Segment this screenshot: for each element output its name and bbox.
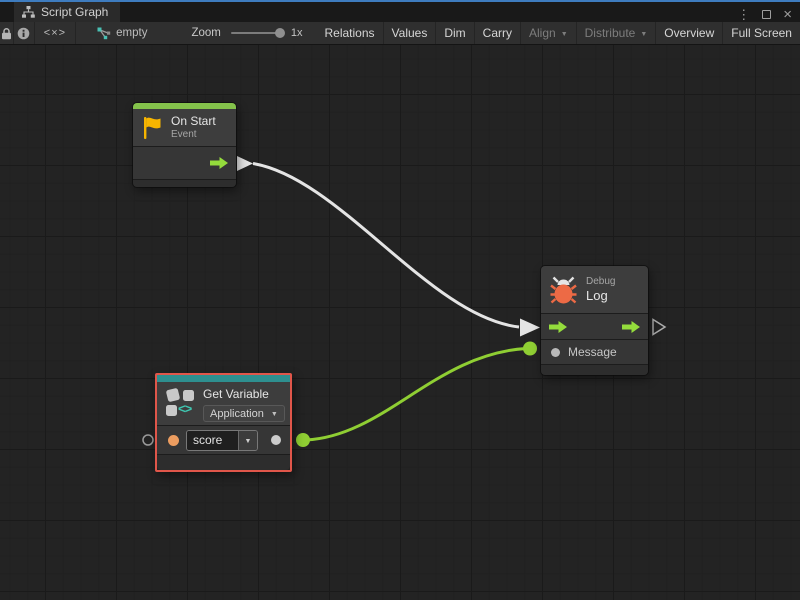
- flow-output-port[interactable]: [621, 320, 641, 334]
- flow-output-port[interactable]: [209, 156, 229, 170]
- zoom-value: 1x: [291, 22, 303, 44]
- fullscreen-button[interactable]: Full Screen: [723, 22, 800, 44]
- tab-bar: Script Graph ⋮ ×: [0, 2, 800, 22]
- close-icon[interactable]: ×: [783, 7, 792, 22]
- flow-input-port[interactable]: [548, 320, 568, 334]
- node-footer: [157, 454, 290, 470]
- chevron-down-icon: ▼: [271, 411, 278, 418]
- value-wire: [306, 349, 526, 441]
- relations-button[interactable]: Relations: [317, 22, 384, 44]
- lock-icon: [1, 27, 12, 40]
- variable-color-bar: [157, 375, 290, 382]
- flow-wire-target-arrow: [520, 319, 540, 337]
- lock-button[interactable]: [0, 22, 14, 44]
- angle-x-glyph: <×>: [44, 27, 66, 39]
- variable-input-port[interactable]: [168, 435, 179, 446]
- graph-hierarchy-icon: [22, 6, 35, 18]
- values-button[interactable]: Values: [384, 22, 437, 44]
- zoom-label: Zoom: [191, 22, 220, 44]
- info-icon: [17, 27, 30, 40]
- node-on-start[interactable]: On Start Event: [133, 103, 236, 187]
- node-footer: [541, 364, 648, 375]
- graph-node-icon: [96, 26, 111, 40]
- chevron-down-icon: ▼: [561, 31, 568, 38]
- port-label: Message: [568, 345, 617, 359]
- node-title: Log: [586, 288, 615, 303]
- node-subtitle: Event: [171, 129, 216, 141]
- unconnected-flow-triangle[interactable]: [653, 320, 665, 335]
- carry-button[interactable]: Carry: [475, 22, 521, 44]
- zoom-slider[interactable]: [231, 32, 281, 34]
- maximize-icon[interactable]: [762, 10, 771, 19]
- node-title: Get Variable: [203, 387, 285, 402]
- node-get-variable[interactable]: <> Get Variable Application ▼ score ▼: [157, 375, 290, 470]
- dropdown-button[interactable]: ▼: [238, 431, 257, 450]
- flow-wire: [253, 164, 519, 328]
- variable-name-value: score: [187, 431, 238, 450]
- flag-icon: [142, 114, 163, 141]
- value-output-port[interactable]: [271, 435, 281, 445]
- chevron-down-icon: ▼: [245, 438, 252, 445]
- connection-wires-layer: [0, 45, 800, 600]
- window-menu-icon[interactable]: ⋮: [737, 8, 750, 21]
- variable-icon: <>: [166, 387, 196, 418]
- value-wire-source-dot: [296, 433, 310, 447]
- node-title: On Start: [171, 114, 216, 129]
- value-wire-target-dot: [523, 342, 537, 356]
- variable-name-dropdown[interactable]: score ▼: [186, 430, 258, 451]
- chevron-down-icon: ▼: [640, 31, 647, 38]
- graph-toolbar: <×> empty Zoom 1x Relations Values Dim C…: [0, 22, 800, 45]
- align-button: Align▼: [521, 22, 577, 44]
- angle-x-button[interactable]: <×>: [35, 22, 76, 44]
- script-graph-canvas[interactable]: On Start Event Debug Log: [0, 45, 800, 600]
- unconnected-value-circle[interactable]: [143, 435, 153, 445]
- graph-name-label: empty: [116, 27, 147, 39]
- message-input-port[interactable]: [551, 348, 560, 357]
- graph-breadcrumb[interactable]: empty: [96, 22, 147, 44]
- bug-icon: [550, 274, 577, 306]
- info-button[interactable]: [14, 22, 35, 44]
- node-category: Debug: [586, 276, 615, 288]
- zoom-slider-handle[interactable]: [275, 28, 285, 38]
- distribute-button: Distribute▼: [577, 22, 657, 44]
- angle-brackets-glyph: <>: [178, 401, 191, 416]
- node-debug-log[interactable]: Debug Log Message: [541, 266, 648, 375]
- tab-script-graph[interactable]: Script Graph: [14, 2, 120, 22]
- variable-scope-dropdown[interactable]: Application ▼: [203, 405, 285, 422]
- tab-label: Script Graph: [41, 5, 108, 19]
- dim-button[interactable]: Dim: [436, 22, 474, 44]
- node-footer: [133, 179, 236, 187]
- overview-button[interactable]: Overview: [656, 22, 723, 44]
- selection-outline: <> Get Variable Application ▼ score ▼: [155, 373, 292, 472]
- flow-wire-source-arrow: [237, 156, 253, 171]
